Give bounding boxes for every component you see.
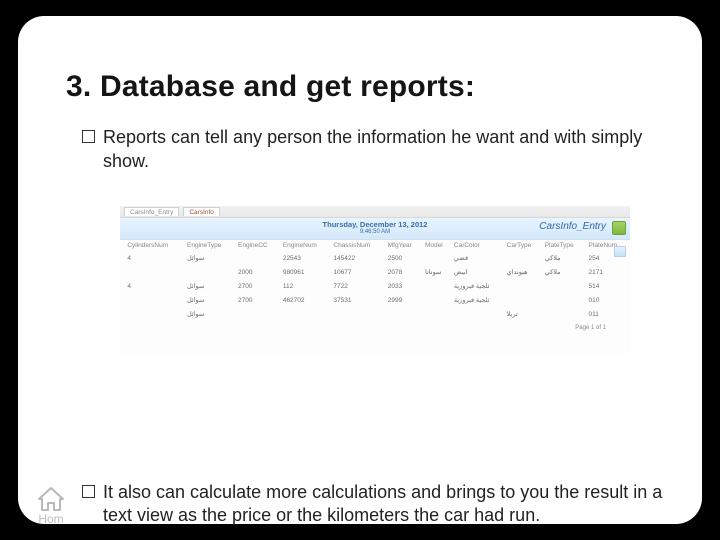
col-enginecc: EngineCC (236, 240, 281, 251)
report-nav-icon (614, 246, 626, 257)
table-row: 4سوائل225431454222500فضيملاكي254 (120, 251, 630, 265)
slide: 3. Database and get reports: Reports can… (18, 16, 702, 524)
report-screenshot: CarsInfo_Entry CarsInfo Thursday, Decemb… (120, 206, 630, 354)
col-color: CarColor (452, 240, 505, 251)
report-table: CylindersNum EngineType EngineCC EngineN… (120, 240, 630, 321)
report-header: Thursday, December 13, 2012 9:46:50 AM C… (120, 218, 630, 240)
bullet-2: It also can calculate more calculations … (82, 481, 664, 529)
bullet-1: Reports can tell any person the informat… (82, 126, 654, 174)
bullet-2-text: It also can calculate more calculations … (103, 481, 664, 529)
home-label: Hom (28, 512, 74, 526)
checkbox-icon (82, 485, 95, 498)
col-cartype: CarType (505, 240, 543, 251)
report-tab-entry: CarsInfo_Entry (124, 207, 179, 216)
table-row: 2000980961106772078سوناتاابيضهيوندايملاك… (120, 265, 630, 279)
col-chassis: ChassisNum (331, 240, 385, 251)
home-icon (36, 486, 66, 512)
report-date: Thursday, December 13, 2012 (323, 220, 428, 229)
home-button[interactable]: Hom (28, 486, 74, 526)
col-model: Model (423, 240, 452, 251)
report-tab-carsinfo: CarsInfo (183, 207, 220, 216)
report-time: 9:46:50 AM (360, 229, 390, 235)
col-enginenum: EngineNum (281, 240, 332, 251)
report-app-icon (612, 221, 626, 235)
col-mfgyear: MfgYear (386, 240, 423, 251)
report-body: 4سوائل225431454222500فضيملاكي254 2000980… (120, 251, 630, 321)
table-row: سوائلتريلا011 (120, 307, 630, 321)
col-cylinders: CylindersNum (125, 240, 185, 251)
report-brand: CarsInfo_Entry (539, 221, 606, 232)
table-row: سوائل2700462702375312999ثلجية فيروزية010 (120, 293, 630, 307)
col-enginetype: EngineType (185, 240, 236, 251)
col-platetype: PlateType (543, 240, 587, 251)
slide-title: 3. Database and get reports: (66, 70, 662, 104)
table-row: 4سوائل270011277222033ثلجية فيروزية514 (120, 279, 630, 293)
checkbox-icon (82, 130, 95, 143)
report-tabstrip: CarsInfo_Entry CarsInfo (120, 206, 630, 218)
report-footer: Page 1 of 1 (120, 321, 630, 331)
bullet-1-text: Reports can tell any person the informat… (103, 126, 654, 174)
report-header-row: CylindersNum EngineType EngineCC EngineN… (120, 240, 630, 251)
